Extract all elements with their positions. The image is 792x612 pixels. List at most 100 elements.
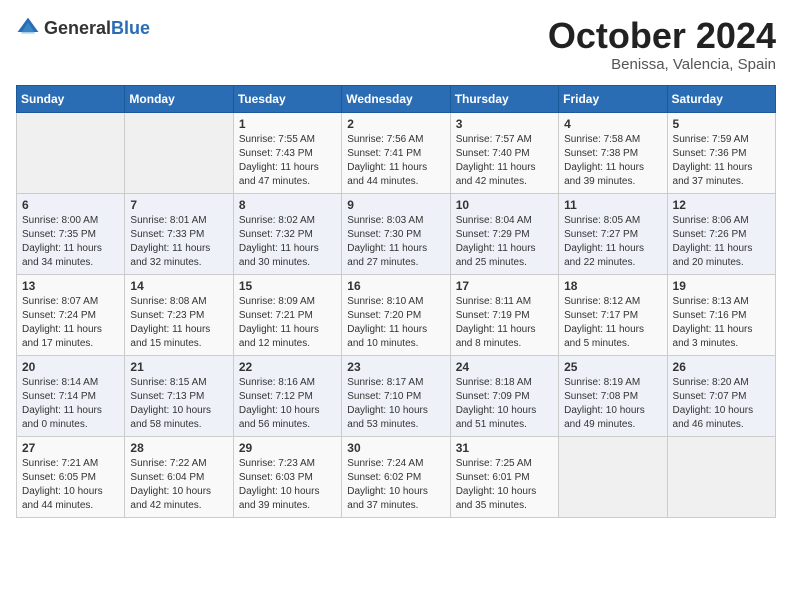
day-number: 14 — [130, 279, 227, 293]
header-saturday: Saturday — [667, 85, 775, 112]
day-info: Sunrise: 7:58 AMSunset: 7:38 PMDaylight:… — [564, 134, 644, 187]
day-number: 29 — [239, 441, 336, 455]
calendar-body: 1 Sunrise: 7:55 AMSunset: 7:43 PMDayligh… — [17, 112, 776, 517]
day-number: 1 — [239, 117, 336, 131]
week-row-5: 27 Sunrise: 7:21 AMSunset: 6:05 PMDaylig… — [17, 436, 776, 517]
calendar-cell: 16 Sunrise: 8:10 AMSunset: 7:20 PMDaylig… — [342, 274, 450, 355]
calendar-cell: 22 Sunrise: 8:16 AMSunset: 7:12 PMDaylig… — [233, 355, 341, 436]
day-number: 31 — [456, 441, 553, 455]
calendar-cell: 28 Sunrise: 7:22 AMSunset: 6:04 PMDaylig… — [125, 436, 233, 517]
day-info: Sunrise: 8:07 AMSunset: 7:24 PMDaylight:… — [22, 296, 102, 349]
calendar-cell — [17, 112, 125, 193]
calendar-cell: 30 Sunrise: 7:24 AMSunset: 6:02 PMDaylig… — [342, 436, 450, 517]
calendar-header: SundayMondayTuesdayWednesdayThursdayFrid… — [17, 85, 776, 112]
day-number: 17 — [456, 279, 553, 293]
day-info: Sunrise: 8:12 AMSunset: 7:17 PMDaylight:… — [564, 296, 644, 349]
day-number: 5 — [673, 117, 770, 131]
day-number: 3 — [456, 117, 553, 131]
day-number: 4 — [564, 117, 661, 131]
day-number: 13 — [22, 279, 119, 293]
location-subtitle: Benissa, Valencia, Spain — [548, 56, 776, 73]
day-info: Sunrise: 8:05 AMSunset: 7:27 PMDaylight:… — [564, 215, 644, 268]
calendar-cell: 31 Sunrise: 7:25 AMSunset: 6:01 PMDaylig… — [450, 436, 558, 517]
day-info: Sunrise: 8:06 AMSunset: 7:26 PMDaylight:… — [673, 215, 753, 268]
week-row-2: 6 Sunrise: 8:00 AMSunset: 7:35 PMDayligh… — [17, 193, 776, 274]
title-block: October 2024 Benissa, Valencia, Spain — [548, 16, 776, 73]
day-number: 27 — [22, 441, 119, 455]
day-number: 25 — [564, 360, 661, 374]
calendar-cell: 10 Sunrise: 8:04 AMSunset: 7:29 PMDaylig… — [450, 193, 558, 274]
day-info: Sunrise: 7:21 AMSunset: 6:05 PMDaylight:… — [22, 458, 103, 511]
calendar-cell — [667, 436, 775, 517]
day-info: Sunrise: 8:03 AMSunset: 7:30 PMDaylight:… — [347, 215, 427, 268]
calendar-cell: 24 Sunrise: 8:18 AMSunset: 7:09 PMDaylig… — [450, 355, 558, 436]
day-number: 16 — [347, 279, 444, 293]
calendar-cell: 7 Sunrise: 8:01 AMSunset: 7:33 PMDayligh… — [125, 193, 233, 274]
calendar-table: SundayMondayTuesdayWednesdayThursdayFrid… — [16, 85, 776, 518]
day-info: Sunrise: 8:20 AMSunset: 7:07 PMDaylight:… — [673, 377, 754, 430]
calendar-cell: 1 Sunrise: 7:55 AMSunset: 7:43 PMDayligh… — [233, 112, 341, 193]
calendar-cell: 15 Sunrise: 8:09 AMSunset: 7:21 PMDaylig… — [233, 274, 341, 355]
day-info: Sunrise: 8:01 AMSunset: 7:33 PMDaylight:… — [130, 215, 210, 268]
day-info: Sunrise: 8:18 AMSunset: 7:09 PMDaylight:… — [456, 377, 537, 430]
day-info: Sunrise: 7:55 AMSunset: 7:43 PMDaylight:… — [239, 134, 319, 187]
calendar-cell: 6 Sunrise: 8:00 AMSunset: 7:35 PMDayligh… — [17, 193, 125, 274]
calendar-cell: 20 Sunrise: 8:14 AMSunset: 7:14 PMDaylig… — [17, 355, 125, 436]
day-number: 28 — [130, 441, 227, 455]
calendar-cell: 18 Sunrise: 8:12 AMSunset: 7:17 PMDaylig… — [559, 274, 667, 355]
day-info: Sunrise: 8:00 AMSunset: 7:35 PMDaylight:… — [22, 215, 102, 268]
calendar-cell: 13 Sunrise: 8:07 AMSunset: 7:24 PMDaylig… — [17, 274, 125, 355]
week-row-4: 20 Sunrise: 8:14 AMSunset: 7:14 PMDaylig… — [17, 355, 776, 436]
day-number: 22 — [239, 360, 336, 374]
day-number: 8 — [239, 198, 336, 212]
calendar-cell: 21 Sunrise: 8:15 AMSunset: 7:13 PMDaylig… — [125, 355, 233, 436]
day-number: 12 — [673, 198, 770, 212]
calendar-cell: 8 Sunrise: 8:02 AMSunset: 7:32 PMDayligh… — [233, 193, 341, 274]
day-info: Sunrise: 8:09 AMSunset: 7:21 PMDaylight:… — [239, 296, 319, 349]
calendar-cell — [559, 436, 667, 517]
day-number: 19 — [673, 279, 770, 293]
calendar-cell: 3 Sunrise: 7:57 AMSunset: 7:40 PMDayligh… — [450, 112, 558, 193]
calendar-cell: 17 Sunrise: 8:11 AMSunset: 7:19 PMDaylig… — [450, 274, 558, 355]
day-number: 30 — [347, 441, 444, 455]
day-number: 11 — [564, 198, 661, 212]
logo-text: GeneralBlue — [44, 18, 150, 39]
calendar-cell: 2 Sunrise: 7:56 AMSunset: 7:41 PMDayligh… — [342, 112, 450, 193]
day-info: Sunrise: 7:22 AMSunset: 6:04 PMDaylight:… — [130, 458, 211, 511]
day-info: Sunrise: 8:16 AMSunset: 7:12 PMDaylight:… — [239, 377, 320, 430]
week-row-1: 1 Sunrise: 7:55 AMSunset: 7:43 PMDayligh… — [17, 112, 776, 193]
header-tuesday: Tuesday — [233, 85, 341, 112]
calendar-cell: 27 Sunrise: 7:21 AMSunset: 6:05 PMDaylig… — [17, 436, 125, 517]
day-number: 2 — [347, 117, 444, 131]
day-info: Sunrise: 8:04 AMSunset: 7:29 PMDaylight:… — [456, 215, 536, 268]
day-info: Sunrise: 8:19 AMSunset: 7:08 PMDaylight:… — [564, 377, 645, 430]
day-info: Sunrise: 7:59 AMSunset: 7:36 PMDaylight:… — [673, 134, 753, 187]
calendar-cell: 12 Sunrise: 8:06 AMSunset: 7:26 PMDaylig… — [667, 193, 775, 274]
day-number: 9 — [347, 198, 444, 212]
day-number: 10 — [456, 198, 553, 212]
calendar-cell: 9 Sunrise: 8:03 AMSunset: 7:30 PMDayligh… — [342, 193, 450, 274]
day-info: Sunrise: 8:14 AMSunset: 7:14 PMDaylight:… — [22, 377, 102, 430]
calendar-cell: 4 Sunrise: 7:58 AMSunset: 7:38 PMDayligh… — [559, 112, 667, 193]
calendar-cell: 26 Sunrise: 8:20 AMSunset: 7:07 PMDaylig… — [667, 355, 775, 436]
day-number: 7 — [130, 198, 227, 212]
month-title: October 2024 — [548, 16, 776, 56]
calendar-cell — [125, 112, 233, 193]
header-thursday: Thursday — [450, 85, 558, 112]
week-row-3: 13 Sunrise: 8:07 AMSunset: 7:24 PMDaylig… — [17, 274, 776, 355]
day-info: Sunrise: 8:17 AMSunset: 7:10 PMDaylight:… — [347, 377, 428, 430]
calendar-cell: 29 Sunrise: 7:23 AMSunset: 6:03 PMDaylig… — [233, 436, 341, 517]
page-header: GeneralBlue October 2024 Benissa, Valenc… — [16, 16, 776, 73]
day-number: 24 — [456, 360, 553, 374]
calendar-cell: 5 Sunrise: 7:59 AMSunset: 7:36 PMDayligh… — [667, 112, 775, 193]
header-sunday: Sunday — [17, 85, 125, 112]
header-row: SundayMondayTuesdayWednesdayThursdayFrid… — [17, 85, 776, 112]
day-info: Sunrise: 8:10 AMSunset: 7:20 PMDaylight:… — [347, 296, 427, 349]
calendar-cell: 25 Sunrise: 8:19 AMSunset: 7:08 PMDaylig… — [559, 355, 667, 436]
logo: GeneralBlue — [16, 16, 150, 40]
day-info: Sunrise: 7:57 AMSunset: 7:40 PMDaylight:… — [456, 134, 536, 187]
day-info: Sunrise: 8:02 AMSunset: 7:32 PMDaylight:… — [239, 215, 319, 268]
day-number: 6 — [22, 198, 119, 212]
day-number: 23 — [347, 360, 444, 374]
calendar-cell: 11 Sunrise: 8:05 AMSunset: 7:27 PMDaylig… — [559, 193, 667, 274]
